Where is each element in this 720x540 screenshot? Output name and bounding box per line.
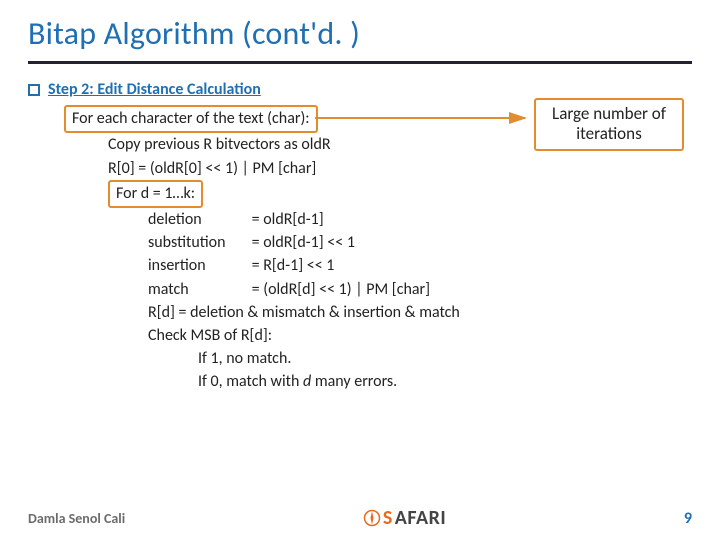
callout-iterations: Large number of iterations	[534, 98, 684, 151]
bullet-square-icon	[28, 84, 40, 96]
highlight-for-text: For each character of the text (char):	[64, 105, 318, 133]
logo-safari: SAFARI	[363, 506, 446, 530]
footer: Damla Senol Cali SAFARI 9	[0, 506, 720, 530]
arrow-icon	[315, 112, 535, 126]
logo-rest: AFARI	[395, 506, 446, 530]
op-match: match	[148, 278, 248, 301]
logo-s: S	[383, 506, 393, 530]
rhs-substitution: = oldR[d-1] << 1	[252, 233, 355, 252]
callout-line1: Large number of	[542, 104, 676, 124]
code-match: match = (oldR[d] << 1) | PM [char]	[148, 278, 692, 301]
callout-line2: iterations	[542, 124, 676, 144]
code-rd-assign: R[d] = deletion & mismatch & insertion &…	[148, 301, 692, 324]
code-if1: If 1, no match.	[198, 347, 692, 370]
slide-title: Bitap Algorithm (cont'd. )	[28, 14, 692, 64]
code-sub: substitution = oldR[d-1] << 1	[148, 231, 692, 254]
code-ins: insertion = R[d-1] << 1	[148, 254, 692, 277]
if0-b: many errors.	[311, 372, 397, 391]
code-r0: R[0] = (oldR[0] << 1) | PM [char]	[108, 157, 692, 180]
rhs-insertion: = R[d-1] << 1	[252, 256, 335, 275]
compass-icon	[363, 509, 381, 527]
author-name: Damla Senol Cali	[28, 510, 125, 527]
code-check-msb: Check MSB of R[d]:	[148, 324, 692, 347]
rhs-match: = (oldR[d] << 1) | PM [char]	[252, 280, 430, 299]
slide: Bitap Algorithm (cont'd. ) Step 2: Edit …	[0, 0, 720, 540]
op-deletion: deletion	[148, 208, 248, 231]
page-number: 9	[684, 509, 692, 528]
op-insertion: insertion	[148, 254, 248, 277]
rhs-deletion: = oldR[d-1]	[252, 210, 324, 229]
code-if0: If 0, match with d many errors.	[198, 370, 692, 393]
op-substitution: substitution	[148, 231, 248, 254]
code-del: deletion = oldR[d-1]	[148, 208, 692, 231]
if0-a: If 0, match with	[198, 372, 303, 391]
code-for-d: For d = 1…k:	[108, 180, 692, 208]
if0-d: d	[303, 372, 311, 391]
step-label: Step 2: Edit Distance Calculation	[48, 78, 261, 101]
highlight-for-d: For d = 1…k:	[108, 180, 203, 208]
